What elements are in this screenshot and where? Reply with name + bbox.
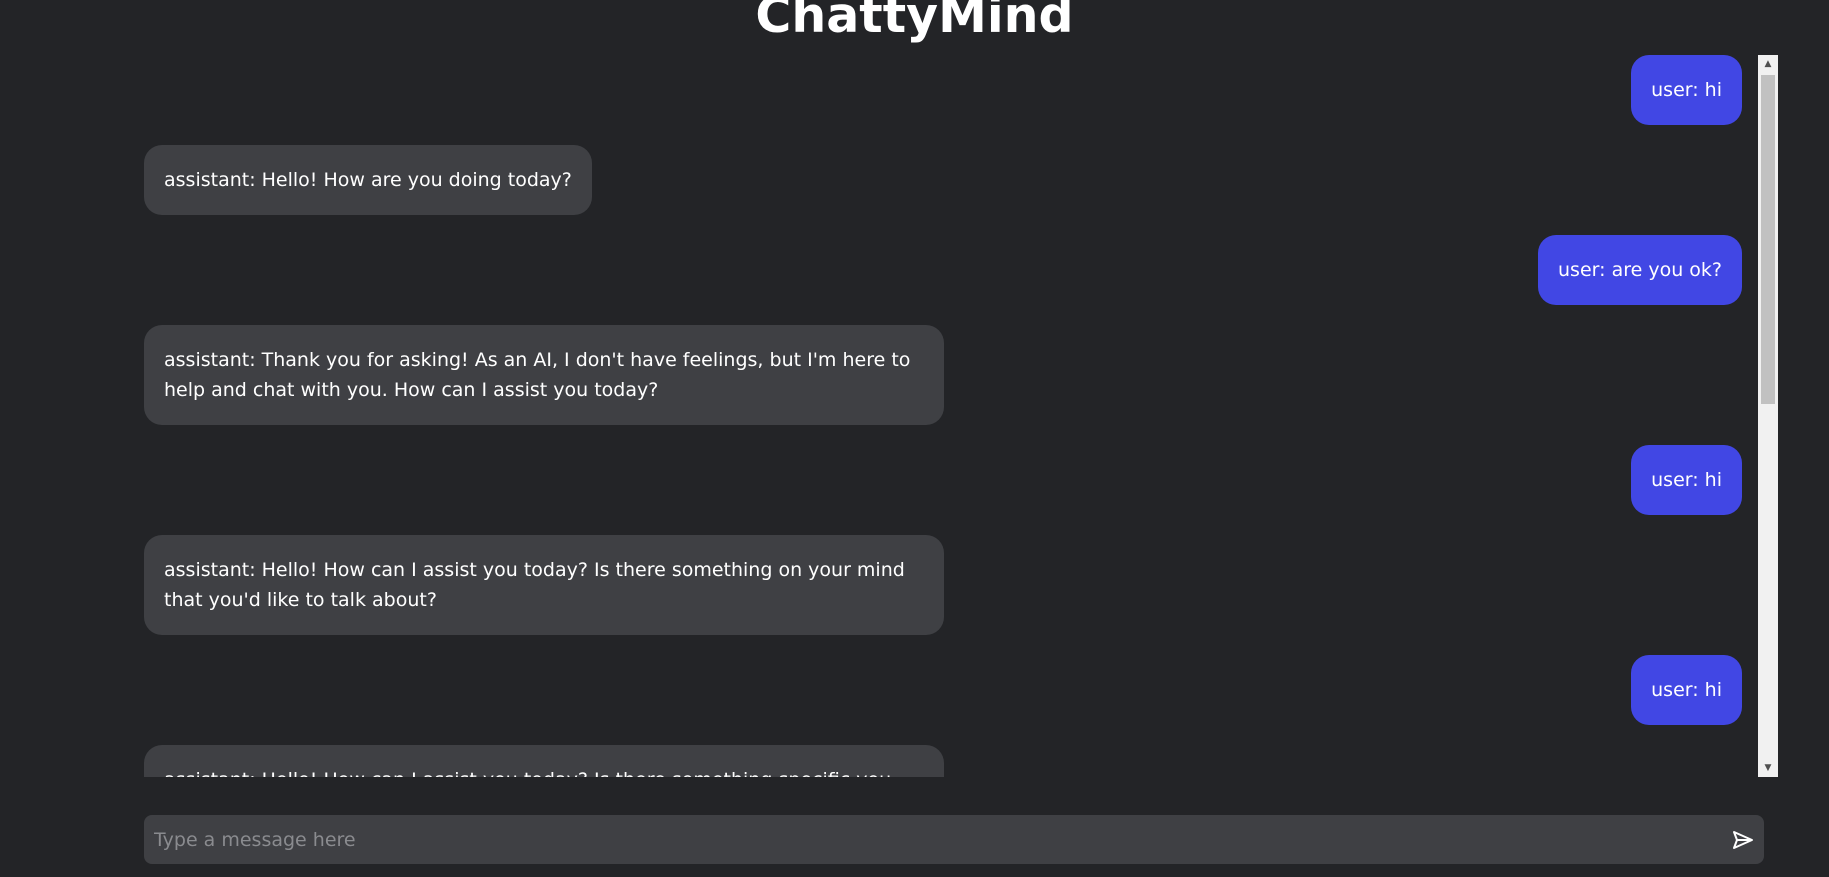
chat-app: ChattyMind user: hi assistant: Hello! Ho…	[0, 0, 1829, 877]
scroll-thumb[interactable]	[1761, 75, 1775, 404]
chat-scrollbar[interactable]: ▲ ▼	[1758, 55, 1778, 777]
send-button[interactable]	[1730, 827, 1756, 853]
assistant-message: assistant: Hello! How are you doing toda…	[144, 145, 592, 215]
message-input[interactable]	[154, 815, 1694, 864]
user-message: user: are you ok?	[1538, 235, 1742, 305]
send-icon	[1733, 831, 1753, 849]
assistant-message: assistant: Hello! How can I assist you t…	[144, 745, 944, 777]
scroll-up-arrow-icon[interactable]: ▲	[1758, 55, 1778, 73]
assistant-message: assistant: Hello! How can I assist you t…	[144, 535, 944, 635]
user-message: user: hi	[1631, 655, 1742, 725]
user-message: user: hi	[1631, 445, 1742, 515]
assistant-message: assistant: Thank you for asking! As an A…	[144, 325, 944, 425]
chat-window: user: hi assistant: Hello! How are you d…	[144, 55, 1778, 777]
user-message: user: hi	[1631, 55, 1742, 125]
app-title: ChattyMind	[755, 0, 1074, 44]
message-list[interactable]: user: hi assistant: Hello! How are you d…	[144, 55, 1742, 777]
scroll-down-arrow-icon[interactable]: ▼	[1758, 759, 1778, 777]
message-input-bar	[144, 815, 1764, 864]
